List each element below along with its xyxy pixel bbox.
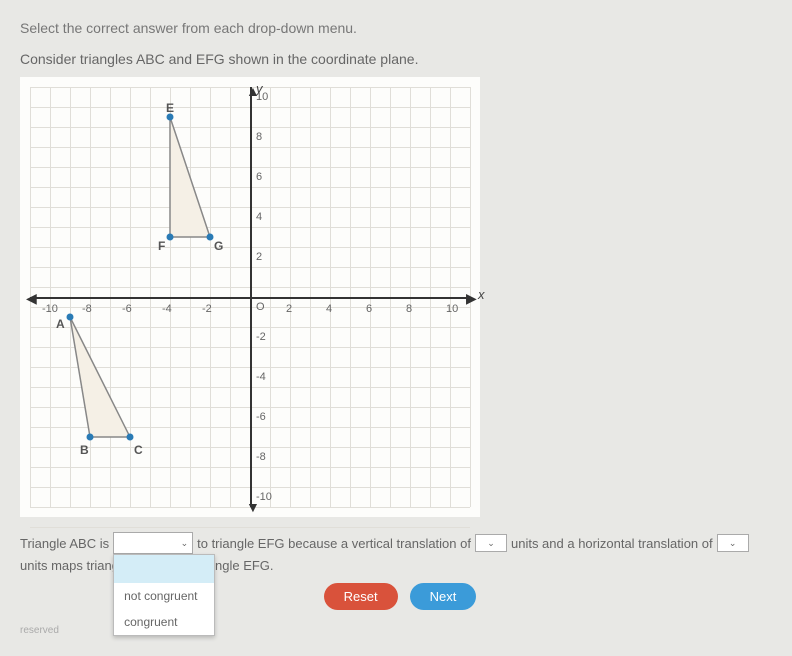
tick-y: -2 — [256, 331, 266, 343]
label-b: B — [80, 443, 89, 457]
grid: y x O ▲ ▼ ◀ ▶ E F G A B C -10-8-6-4-2246… — [30, 87, 470, 507]
gridline-h — [30, 527, 470, 528]
dropdown-option-congruent[interactable]: congruent — [114, 609, 214, 635]
sentence-part2: to triangle EFG because a vertical trans… — [197, 536, 471, 551]
tick-x: 2 — [286, 303, 292, 315]
button-row: Reset Next — [170, 583, 630, 610]
dropdown-option-blank[interactable] — [114, 555, 214, 583]
tick-y: -10 — [256, 491, 272, 503]
label-c: C — [134, 443, 143, 457]
tick-x: -6 — [122, 303, 132, 315]
sentence-part5: ngle EFG. — [215, 558, 274, 573]
horizontal-units-dropdown[interactable]: ⌄ — [717, 534, 749, 552]
coordinate-plane: y x O ▲ ▼ ◀ ▶ E F G A B C -10-8-6-4-2246… — [20, 77, 480, 517]
sentence-part4: units maps triang — [20, 558, 119, 573]
tick-y: 8 — [256, 131, 262, 143]
vertical-units-dropdown[interactable]: ⌄ — [475, 534, 507, 552]
tick-x: -4 — [162, 303, 172, 315]
point-a — [67, 314, 74, 321]
tick-y: 10 — [256, 91, 268, 103]
triangle-efg — [170, 117, 210, 237]
tick-y: 6 — [256, 171, 262, 183]
point-b — [87, 434, 94, 441]
tick-y: 2 — [256, 251, 262, 263]
point-f — [167, 234, 174, 241]
page-subinstruction: Consider triangles ABC and EFG shown in … — [20, 51, 770, 67]
tick-y: -4 — [256, 371, 266, 383]
tick-y: -6 — [256, 411, 266, 423]
tick-x: 6 — [366, 303, 372, 315]
triangle-abc — [70, 317, 130, 437]
tick-x: 10 — [446, 303, 458, 315]
label-a: A — [56, 317, 65, 331]
x-axis-label: x — [478, 287, 485, 302]
tick-x: 8 — [406, 303, 412, 315]
sentence-part1: Triangle ABC is — [20, 536, 109, 551]
tick-x: -2 — [202, 303, 212, 315]
tick-y: -8 — [256, 451, 266, 463]
point-g — [207, 234, 214, 241]
next-button[interactable]: Next — [410, 583, 477, 610]
point-c — [127, 434, 134, 441]
congruence-dropdown-menu: not congruent congruent — [113, 554, 215, 636]
dropdown-option-notcongruent[interactable]: not congruent — [114, 583, 214, 609]
congruence-dropdown-wrap: ⌄ not congruent congruent — [113, 532, 193, 554]
tick-x: -10 — [42, 303, 58, 315]
label-g: G — [214, 239, 223, 253]
chevron-down-icon: ⌄ — [181, 538, 189, 549]
tick-x: -8 — [82, 303, 92, 315]
chevron-down-icon: ⌄ — [487, 538, 495, 549]
tick-x: 4 — [326, 303, 332, 315]
tick-y: 4 — [256, 211, 262, 223]
reset-button[interactable]: Reset — [324, 583, 398, 610]
page-instruction: Select the correct answer from each drop… — [20, 20, 770, 36]
triangles-svg — [30, 87, 470, 507]
congruence-dropdown[interactable]: ⌄ — [113, 532, 193, 554]
chevron-down-icon: ⌄ — [729, 538, 737, 549]
sentence-part3: units and a horizontal translation of — [511, 536, 713, 551]
label-f: F — [158, 239, 165, 253]
label-e: E — [166, 101, 174, 115]
answer-sentence: Triangle ABC is ⌄ not congruent congruen… — [20, 532, 770, 554]
